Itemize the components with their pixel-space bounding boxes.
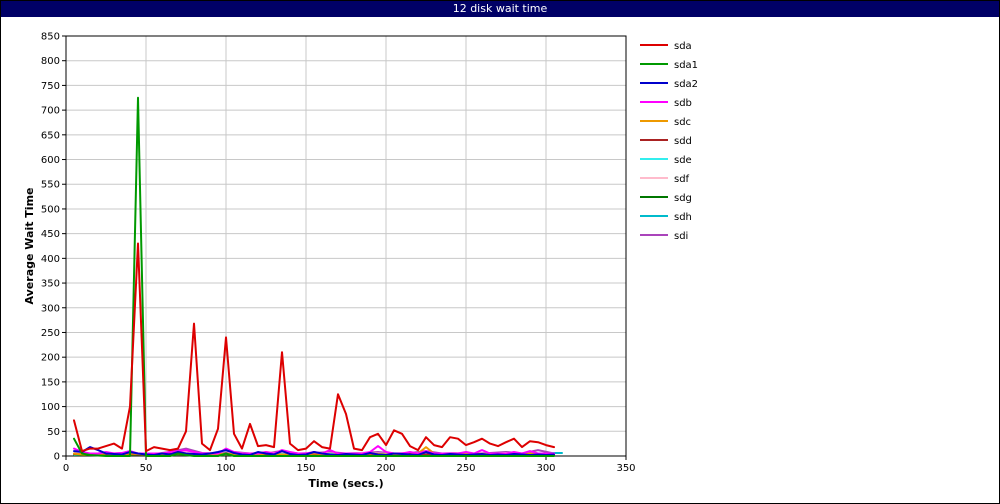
x-tick-label: 250	[456, 463, 475, 474]
y-tick-label: 550	[41, 180, 60, 191]
y-tick-label: 600	[41, 155, 60, 166]
y-tick-label: 50	[47, 427, 60, 438]
y-tick-label: 400	[41, 254, 60, 265]
y-tick-label: 850	[41, 32, 60, 43]
x-tick-label: 150	[296, 463, 315, 474]
chart-window: 12 disk wait time 0 50 100 150 200 250 300 350 0…	[0, 0, 1000, 504]
x-tick-label: 200	[376, 463, 395, 474]
legend-label-sdb: sdb	[674, 98, 692, 109]
y-tick-label: 750	[41, 81, 60, 92]
y-tick-label: 800	[41, 56, 60, 67]
x-tick-label: 0	[63, 463, 69, 474]
x-tick-label: 100	[216, 463, 235, 474]
legend-label-sdd: sdd	[674, 136, 692, 147]
chart-canvas: 0 50 100 150 200 250 300 350 0 50 100 150 200 250 300 3…	[23, 32, 698, 491]
y-tick-label: 350	[41, 279, 60, 290]
x-tick-label: 300	[536, 463, 555, 474]
y-tick-label: 650	[41, 130, 60, 141]
y-tick-label: 0	[54, 452, 60, 463]
plot-area	[65, 35, 627, 457]
legend-label-sdh: sdh	[674, 212, 692, 223]
x-tick-label: 50	[140, 463, 153, 474]
y-axis-label: Average Wait Time	[23, 188, 36, 305]
y-tick-label: 150	[41, 377, 60, 388]
x-axis-label: Time (secs.)	[308, 477, 383, 490]
y-tick-label: 250	[41, 328, 60, 339]
legend-label-sde: sde	[674, 155, 692, 166]
y-tick-label: 100	[41, 402, 60, 413]
legend-label-sda1: sda1	[674, 60, 698, 71]
legend-label-sdg: sdg	[674, 193, 692, 204]
legend-label-sdi: sdi	[674, 231, 688, 242]
legend-label-sdf: sdf	[674, 174, 690, 185]
y-tick-label: 300	[41, 303, 60, 314]
x-tick-label: 350	[616, 463, 635, 474]
legend-label-sda2: sda2	[674, 79, 698, 90]
legend: sda sda1 sda2 sdb sdc sdd sde sdf sdg sdh sdi	[640, 41, 698, 242]
legend-label-sda: sda	[674, 41, 692, 52]
chart-title: 12 disk wait time	[1, 1, 999, 17]
y-tick-label: 500	[41, 204, 60, 215]
y-tick-label: 450	[41, 229, 60, 240]
legend-label-sdc: sdc	[674, 117, 691, 128]
y-tick-label: 200	[41, 353, 60, 364]
grid	[65, 35, 627, 457]
series-lines	[73, 96, 563, 457]
y-tick-label: 700	[41, 106, 60, 117]
